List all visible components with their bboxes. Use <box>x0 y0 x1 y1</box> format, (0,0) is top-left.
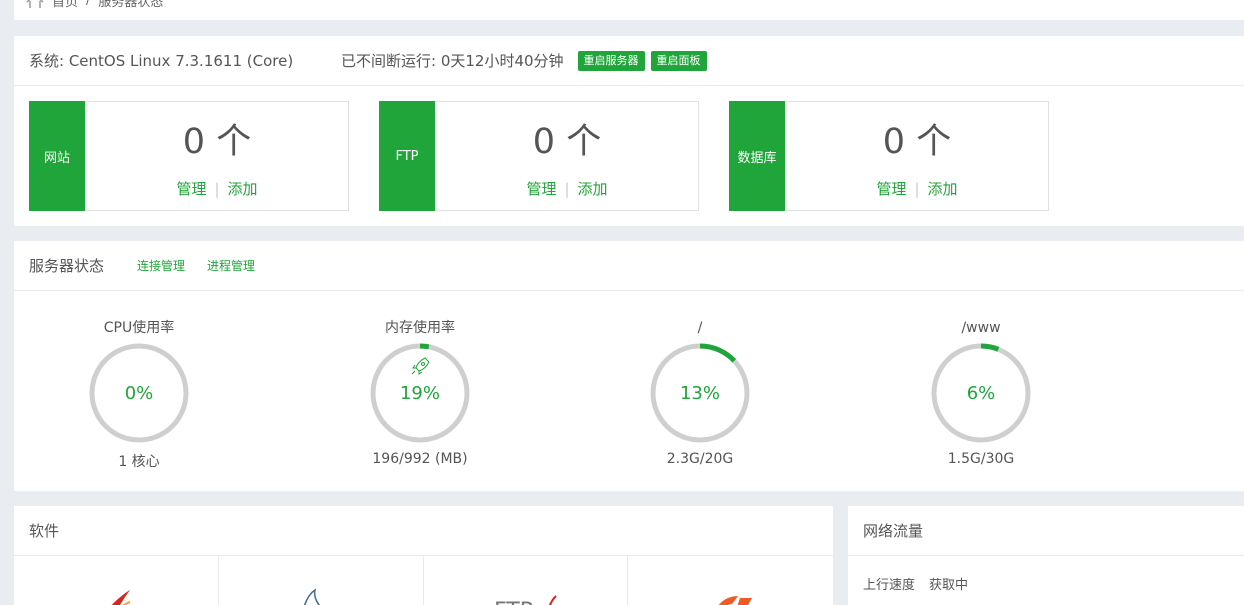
site-card-label: 网站 <box>29 101 85 211</box>
home-icon[interactable] <box>26 0 44 8</box>
nginx-icon <box>111 590 131 605</box>
upload-speed-value: 获取中 <box>929 578 969 593</box>
server-status-panel: 服务器状态 连接管理 进程管理 CPU使用率 0% 1 核心 内存使用率 19%… <box>14 241 1244 491</box>
restart-server-button[interactable]: 重启服务器 <box>577 50 645 71</box>
www-disk-gauge[interactable]: /www 6% 1.5G/30G <box>901 317 1061 467</box>
gauge-title: /www <box>961 320 1001 336</box>
gauge-ring: 19% <box>370 343 470 443</box>
gauge-ring: 6% <box>931 343 1031 443</box>
system-panel: 系统: CentOS Linux 7.3.1611 (Core) 已不间断运行:… <box>14 36 1244 226</box>
gauge-detail: 196/992 (MB) <box>372 451 468 467</box>
network-title: 网络流量 <box>848 506 1244 556</box>
restart-panel-button[interactable]: 重启面板 <box>650 50 707 71</box>
database-manage-link[interactable]: 管理 <box>876 180 906 198</box>
gauge-value: 19% <box>400 383 440 404</box>
svg-text:FTP: FTP <box>494 599 533 605</box>
gauge-title: / <box>697 320 703 336</box>
connection-manage-link[interactable]: 连接管理 <box>137 257 185 274</box>
gauge-value: 6% <box>967 383 996 404</box>
site-count: 0 个 <box>182 122 252 162</box>
system-uptime: 已不间断运行: 0天12小时40分钟 <box>341 52 564 70</box>
database-card-label: 数据库 <box>729 101 785 211</box>
link-separator: | <box>214 180 220 198</box>
breadcrumb-bar: 首页 / 服务器状态 <box>14 0 1244 20</box>
site-manage-link[interactable]: 管理 <box>176 180 206 198</box>
site-card: 网站 0 个 管理 | 添加 <box>29 101 349 211</box>
gauge-detail: 1.5G/30G <box>947 451 1015 467</box>
system-os: 系统: CentOS Linux 7.3.1611 (Core) <box>29 52 294 70</box>
gauge-ring: 13% <box>650 343 750 443</box>
ftp-count: 0 个 <box>532 122 602 162</box>
network-panel: 网络流量 上行速度 获取中 <box>848 506 1244 605</box>
system-header: 系统: CentOS Linux 7.3.1611 (Core) 已不间断运行:… <box>14 36 1244 86</box>
panel-logo-icon <box>719 596 753 605</box>
ftp-icon: FTP <box>494 595 557 605</box>
database-count: 0 个 <box>882 122 952 162</box>
ftp-card: FTP 0 个 管理 | 添加 <box>379 101 699 211</box>
software-panel: 软件 FTP <box>14 506 833 605</box>
cpu-gauge[interactable]: CPU使用率 0% 1 核心 <box>59 317 219 471</box>
root-disk-gauge[interactable]: / 13% 2.3G/20G <box>620 317 780 467</box>
breadcrumb-home[interactable]: 首页 <box>52 0 78 10</box>
gauge-detail: 2.3G/20G <box>666 451 734 467</box>
ftp-manage-link[interactable]: 管理 <box>526 180 556 198</box>
link-separator: | <box>564 180 570 198</box>
software-item-mysql[interactable] <box>219 556 424 605</box>
process-manage-link[interactable]: 进程管理 <box>207 257 255 274</box>
gauge-value: 13% <box>680 383 720 404</box>
software-item-panel[interactable] <box>628 556 833 605</box>
mysql-icon <box>303 588 320 605</box>
upload-speed-label: 上行速度 <box>863 578 916 593</box>
gauge-title: CPU使用率 <box>103 320 175 336</box>
breadcrumb-separator: / <box>86 0 91 8</box>
status-header: 服务器状态 连接管理 进程管理 <box>14 241 1244 291</box>
gauge-value: 0% <box>125 383 154 404</box>
gauge-detail: 1 核心 <box>118 454 160 470</box>
database-add-link[interactable]: 添加 <box>928 180 958 198</box>
status-title: 服务器状态 <box>29 257 105 275</box>
breadcrumb-current: 服务器状态 <box>98 0 164 10</box>
ftp-add-link[interactable]: 添加 <box>578 180 608 198</box>
breadcrumb: 首页 / 服务器状态 <box>26 0 163 10</box>
ftp-card-label: FTP <box>379 101 435 211</box>
database-card: 数据库 0 个 管理 | 添加 <box>729 101 1049 211</box>
gauge-title: 内存使用率 <box>385 320 455 336</box>
upload-speed-row: 上行速度 获取中 <box>848 574 1244 593</box>
rocket-icon <box>411 357 430 375</box>
gauge-ring: 0% <box>89 343 189 443</box>
memory-gauge[interactable]: 内存使用率 19% 196/992 (MB) <box>340 317 500 467</box>
software-title: 软件 <box>14 506 833 556</box>
software-item-ftp[interactable]: FTP <box>424 556 629 605</box>
software-item-nginx[interactable] <box>14 556 219 605</box>
link-separator: | <box>914 180 920 198</box>
site-add-link[interactable]: 添加 <box>228 180 258 198</box>
